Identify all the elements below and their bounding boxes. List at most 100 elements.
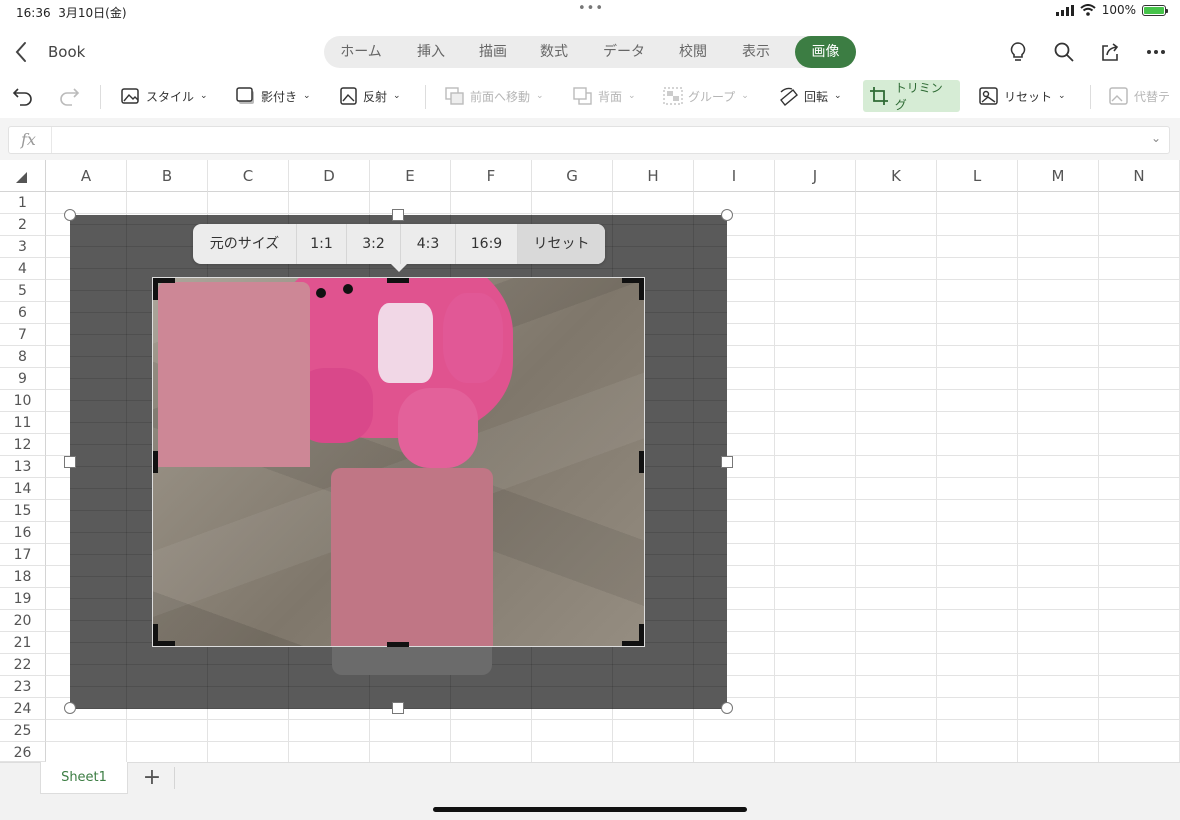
crop-icon: [870, 87, 888, 105]
column-header[interactable]: F: [451, 160, 532, 192]
alt-text-button[interactable]: 代替テ: [1108, 80, 1170, 112]
crop-corner-handle[interactable]: [622, 624, 644, 646]
row-header[interactable]: 18: [0, 566, 46, 588]
row-header[interactable]: 8: [0, 346, 46, 368]
style-button[interactable]: スタイル ⌄: [120, 80, 208, 112]
ratio-3-2-button[interactable]: 3:2: [347, 224, 401, 264]
column-header[interactable]: L: [937, 160, 1018, 192]
select-all-corner[interactable]: [0, 160, 46, 192]
row-header[interactable]: 9: [0, 368, 46, 390]
shadow-button[interactable]: 影付き ⌄: [235, 80, 311, 112]
row-header[interactable]: 15: [0, 500, 46, 522]
add-sheet-button[interactable]: +: [142, 765, 162, 790]
resize-handle[interactable]: [721, 209, 733, 221]
row-header[interactable]: 5: [0, 280, 46, 302]
column-header[interactable]: J: [775, 160, 856, 192]
cropped-picture[interactable]: [152, 277, 645, 647]
redo-button[interactable]: [58, 80, 80, 112]
lightbulb-icon[interactable]: [1004, 38, 1032, 66]
row-header[interactable]: 12: [0, 434, 46, 456]
column-header[interactable]: C: [208, 160, 289, 192]
reflection-button[interactable]: 反射 ⌄: [339, 80, 401, 112]
column-header[interactable]: A: [46, 160, 127, 192]
row-header[interactable]: 1: [0, 192, 46, 214]
crop-corner-handle[interactable]: [153, 624, 175, 646]
share-icon[interactable]: [1096, 38, 1124, 66]
resize-handle[interactable]: [392, 209, 404, 221]
resize-handle[interactable]: [64, 702, 76, 714]
tab-home[interactable]: ホーム: [324, 36, 398, 68]
reset-picture-button[interactable]: リセット ⌄: [978, 80, 1066, 112]
ratio-16-9-button[interactable]: 16:9: [456, 224, 518, 264]
undo-button[interactable]: [12, 80, 34, 112]
crop-edge-handle[interactable]: [387, 278, 409, 283]
row-header[interactable]: 2: [0, 214, 46, 236]
column-header[interactable]: D: [289, 160, 370, 192]
crop-edge-handle[interactable]: [639, 451, 644, 473]
row-header[interactable]: 4: [0, 258, 46, 280]
column-header[interactable]: K: [856, 160, 937, 192]
row-header[interactable]: 17: [0, 544, 46, 566]
column-header[interactable]: N: [1099, 160, 1180, 192]
resize-handle[interactable]: [64, 456, 76, 468]
search-icon[interactable]: [1050, 38, 1078, 66]
tab-view[interactable]: 表示: [724, 36, 788, 68]
crop-edge-handle[interactable]: [387, 642, 409, 647]
tab-picture[interactable]: 画像: [795, 36, 856, 68]
tab-formulas[interactable]: 数式: [522, 36, 586, 68]
row-header[interactable]: 24: [0, 698, 46, 720]
send-back-button[interactable]: 背面 ⌄: [572, 80, 636, 112]
more-icon[interactable]: [1142, 38, 1170, 66]
crop-corner-handle[interactable]: [622, 278, 644, 300]
send-back-icon: [573, 87, 592, 105]
reset-picture-icon: [979, 87, 998, 105]
crop-button[interactable]: トリミング: [863, 80, 960, 112]
row-header[interactable]: 22: [0, 654, 46, 676]
row-header[interactable]: 25: [0, 720, 46, 742]
column-header[interactable]: I: [694, 160, 775, 192]
group-button[interactable]: グループ ⌄: [662, 80, 749, 112]
tab-insert[interactable]: 挿入: [398, 36, 464, 68]
bring-forward-button[interactable]: 前面へ移動 ⌄: [444, 80, 544, 112]
row-header[interactable]: 3: [0, 236, 46, 258]
tab-review[interactable]: 校閲: [662, 36, 724, 68]
row-header[interactable]: 6: [0, 302, 46, 324]
row-header[interactable]: 10: [0, 390, 46, 412]
sheet-tab-sheet1[interactable]: Sheet1: [40, 762, 128, 794]
column-header[interactable]: B: [127, 160, 208, 192]
row-header[interactable]: 13: [0, 456, 46, 478]
column-header[interactable]: M: [1018, 160, 1099, 192]
column-header[interactable]: H: [613, 160, 694, 192]
row-header[interactable]: 16: [0, 522, 46, 544]
row-header[interactable]: 14: [0, 478, 46, 500]
home-indicator[interactable]: [433, 807, 747, 812]
resize-handle[interactable]: [721, 456, 733, 468]
tab-data[interactable]: データ: [586, 36, 662, 68]
resize-handle[interactable]: [721, 702, 733, 714]
back-chevron-icon[interactable]: [12, 40, 32, 64]
formula-input[interactable]: fx ⌄: [8, 126, 1170, 154]
multitask-dots[interactable]: •••: [578, 1, 604, 16]
row-header[interactable]: 26: [0, 742, 46, 762]
crop-corner-handle[interactable]: [153, 278, 175, 300]
rotate-button[interactable]: 回転 ⌄: [778, 80, 842, 112]
resize-handle[interactable]: [64, 209, 76, 221]
row-header[interactable]: 11: [0, 412, 46, 434]
row-header[interactable]: 20: [0, 610, 46, 632]
crop-edge-handle[interactable]: [153, 451, 158, 473]
tab-draw[interactable]: 描画: [464, 36, 522, 68]
crop-reset-button[interactable]: リセット: [518, 224, 605, 264]
ribbon-toolbar: スタイル ⌄ 影付き ⌄ 反射 ⌄ 前面へ移動 ⌄ 背面 ⌄ グループ ⌄ 回転 ⌄ トリミン…: [0, 78, 1180, 116]
column-header[interactable]: G: [532, 160, 613, 192]
row-header[interactable]: 23: [0, 676, 46, 698]
column-header[interactable]: E: [370, 160, 451, 192]
expand-formula-chevron-icon[interactable]: ⌄: [1151, 131, 1161, 145]
resize-handle[interactable]: [392, 702, 404, 714]
ratio-1-1-button[interactable]: 1:1: [297, 224, 347, 264]
document-name[interactable]: Book: [48, 43, 85, 61]
row-header[interactable]: 21: [0, 632, 46, 654]
row-header[interactable]: 7: [0, 324, 46, 346]
row-header[interactable]: 19: [0, 588, 46, 610]
ratio-4-3-button[interactable]: 4:3: [401, 224, 456, 264]
ratio-original-size-button[interactable]: 元のサイズ: [193, 224, 297, 264]
